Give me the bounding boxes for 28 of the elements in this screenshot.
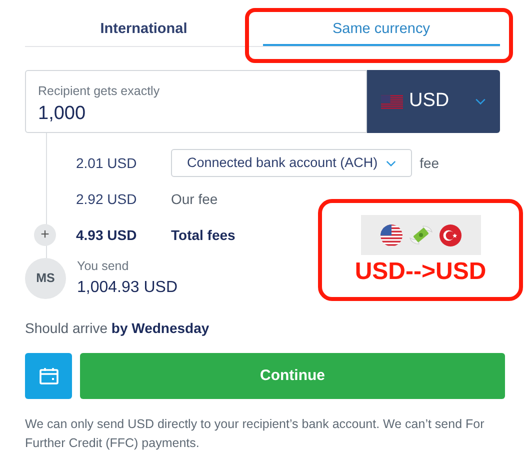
currency-select[interactable]: USD — [367, 70, 500, 133]
fee-label: Our fee — [171, 190, 218, 208]
payment-method-select[interactable]: Connected bank account (ACH) — [171, 149, 412, 177]
schedule-button[interactable] — [25, 352, 72, 399]
field-label: Recipient gets exactly — [38, 83, 161, 100]
send-label: You send — [77, 258, 130, 275]
ffc-note: We can only send USD directly to your recipient’s bank account. We can’t send For Further Credit (FFC) payments. — [25, 416, 486, 452]
fee-label: Total fees — [171, 226, 236, 244]
arrival-text: Should arrive by Wednesday — [25, 318, 210, 338]
turkey-flag-icon — [438, 224, 462, 246]
field-value: 1,000 — [38, 102, 87, 126]
chevron-down-icon — [386, 160, 396, 166]
calendar-icon — [38, 366, 58, 385]
amount-field[interactable]: Recipient gets exactly 1,000 — [25, 70, 367, 133]
expand-toggle[interactable]: + — [34, 224, 56, 246]
tab[interactable]: International — [25, 16, 262, 46]
fee-amount: 4.93 USD — [76, 226, 138, 244]
us-flag-icon — [381, 94, 403, 108]
annotation-caption: USD-->USD — [354, 257, 486, 287]
chevron-down-icon — [475, 98, 486, 105]
fee-label: fee — [420, 154, 440, 172]
send-amount: 1,004.93 USD — [77, 278, 178, 298]
tab[interactable]: Same currency — [262, 16, 500, 46]
fee-amount: 2.01 USD — [76, 154, 138, 172]
avatar: MS — [25, 258, 66, 299]
fee-amount: 2.92 USD — [76, 190, 138, 208]
us-flag-icon — [380, 224, 402, 246]
flying-money-icon — [408, 224, 432, 246]
